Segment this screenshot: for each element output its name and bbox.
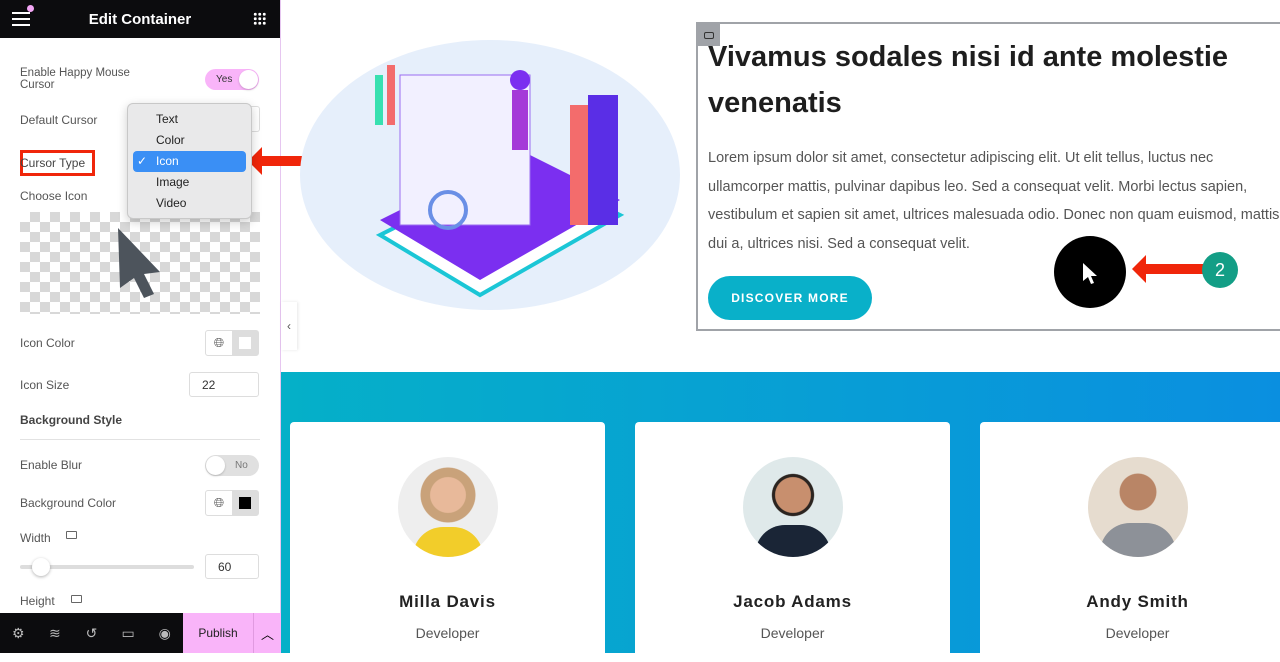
enable-cursor-label: Enable Happy Mouse Cursor <box>20 67 130 91</box>
option-image[interactable]: Image <box>133 172 246 193</box>
option-color[interactable]: Color <box>133 130 246 151</box>
panel-title: Edit Container <box>88 10 192 28</box>
menu-icon[interactable] <box>12 5 34 26</box>
history-icon[interactable]: ↺ <box>73 613 110 653</box>
default-cursor-label: Default Cursor <box>20 113 98 127</box>
icon-color-label: Icon Color <box>20 336 75 350</box>
custom-cursor <box>1054 236 1126 308</box>
enable-blur-label: Enable Blur <box>20 458 83 472</box>
member-role: Developer <box>415 625 480 641</box>
cursor-arrow-icon <box>118 228 160 298</box>
panel-header: Edit Container <box>0 0 280 38</box>
width-slider[interactable] <box>20 558 194 576</box>
desktop-icon <box>66 531 77 539</box>
team-card: Andy Smith Developer <box>980 422 1280 662</box>
height-label: Height <box>20 594 55 608</box>
divider <box>20 439 260 440</box>
preview-eye-icon[interactable]: ◉ <box>146 613 183 653</box>
layers-icon[interactable]: ≋ <box>37 613 74 653</box>
cursor-arrow-icon <box>1083 263 1097 284</box>
icon-size-label: Icon Size <box>20 378 70 392</box>
settings-icon[interactable]: ⚙ <box>0 613 37 653</box>
member-role: Developer <box>760 625 825 641</box>
responsive-icon[interactable]: ▭ <box>110 613 147 653</box>
avatar <box>743 457 843 557</box>
hero-heading: Vivamus sodales nisi id ante molestie ve… <box>708 41 1229 119</box>
member-name: Jacob Adams <box>733 592 852 611</box>
publish-options-chevron-up-icon[interactable]: ︿ <box>253 613 281 653</box>
icon-size-input[interactable]: 22 <box>189 372 259 397</box>
member-name: Andy Smith <box>1086 592 1189 611</box>
background-style-heading: Background Style <box>20 413 123 427</box>
icon-picker[interactable] <box>20 212 260 314</box>
desktop-icon <box>71 595 82 603</box>
hero-body: Lorem ipsum dolor sit amet, consectetur … <box>708 150 1280 253</box>
annotation-arrow-2 <box>1132 255 1204 283</box>
icon-color-picker[interactable]: 🌐︎ <box>205 330 259 356</box>
globe-icon: 🌐︎ <box>213 335 225 350</box>
avatar <box>1088 457 1188 557</box>
background-color-label: Background Color <box>20 496 117 510</box>
publish-button[interactable]: Publish <box>183 613 253 653</box>
cursor-type-label: Cursor Type <box>20 156 86 170</box>
widgets-grid-icon[interactable] <box>253 12 266 25</box>
team-card: Jacob Adams Developer <box>635 422 950 662</box>
choose-icon-label: Choose Icon <box>20 189 88 203</box>
discover-more-button[interactable]: DISCOVER MORE <box>708 276 872 320</box>
annotation-badge-2: 2 <box>1202 252 1238 288</box>
option-icon[interactable]: ✓ Icon <box>133 151 246 172</box>
text-container[interactable]: Vivamus sodales nisi id ante molestie ve… <box>696 22 1280 331</box>
enable-blur-toggle[interactable]: No <box>205 455 259 476</box>
width-label: Width <box>20 531 51 545</box>
editor-panel: Edit Container Enable Happy Mouse Cursor… <box>0 0 281 653</box>
illustration-image <box>300 40 680 310</box>
checkmark-icon: ✓ <box>137 154 148 168</box>
member-role: Developer <box>1105 625 1170 641</box>
cursor-type-dropdown[interactable]: Text Color ✓ Icon Image Video <box>127 103 252 219</box>
avatar <box>398 457 498 557</box>
option-text[interactable]: Text <box>133 109 246 130</box>
enable-cursor-toggle[interactable]: Yes <box>205 69 259 90</box>
team-section: Milla Davis Developer Jacob Adams Develo… <box>281 372 1280 662</box>
background-color-picker[interactable]: 🌐︎ <box>205 490 259 516</box>
globe-icon: 🌐︎ <box>213 495 225 510</box>
slider-handle[interactable] <box>32 558 50 576</box>
option-video[interactable]: Video <box>133 193 246 214</box>
member-name: Milla Davis <box>399 592 496 611</box>
panel-footer: ⚙ ≋ ↺ ▭ ◉ Publish ︿ <box>0 613 281 653</box>
width-input[interactable]: 60 <box>205 554 259 579</box>
team-card: Milla Davis Developer <box>290 422 605 662</box>
